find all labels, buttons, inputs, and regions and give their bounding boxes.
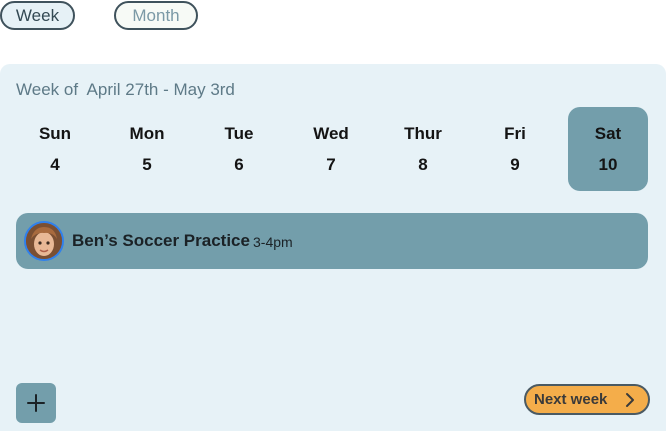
day-number: 10 <box>598 155 618 174</box>
day-wed[interactable]: Wed 7 <box>291 107 371 191</box>
week-view-toggle[interactable]: Week <box>0 1 75 30</box>
day-name: Mon <box>129 124 165 143</box>
day-number: 6 <box>234 155 244 174</box>
day-number: 5 <box>142 155 152 174</box>
day-name: Thur <box>404 124 442 143</box>
day-number: 9 <box>510 155 520 174</box>
event-card[interactable]: Ben’s Soccer Practice 3-4pm <box>16 213 648 269</box>
day-sun[interactable]: Sun 4 <box>15 107 95 191</box>
event-title: Ben’s Soccer Practice <box>72 231 250 250</box>
avatar-image <box>26 223 62 259</box>
month-view-toggle[interactable]: Month <box>114 1 198 30</box>
child-avatar <box>24 221 64 261</box>
calendar-panel: Week of April 27th - May 3rd Sun 4 Mon 5… <box>0 64 666 431</box>
event-time: 3-4pm <box>253 234 293 250</box>
day-name: Sun <box>38 124 72 143</box>
day-sat-selected[interactable]: Sat 10 <box>568 107 648 191</box>
add-event-button[interactable] <box>16 383 56 423</box>
day-thur[interactable]: Thur 8 <box>383 107 463 191</box>
day-tue[interactable]: Tue 6 <box>199 107 279 191</box>
day-name: Sat <box>594 124 622 143</box>
day-number: 8 <box>418 155 428 174</box>
day-number: 7 <box>326 155 336 174</box>
day-name: Fri <box>504 124 526 143</box>
next-week-button[interactable]: Next week <box>524 384 650 415</box>
chevron-right-icon <box>626 393 634 407</box>
plus-icon <box>27 394 45 412</box>
next-week-label: Next week <box>534 391 608 408</box>
day-name: Wed <box>313 124 349 143</box>
day-name: Tue <box>224 124 254 143</box>
day-mon[interactable]: Mon 5 <box>107 107 187 191</box>
day-fri[interactable]: Fri 9 <box>475 107 555 191</box>
week-range-title: Week of April 27th - May 3rd <box>16 80 235 99</box>
day-number: 4 <box>50 155 60 174</box>
